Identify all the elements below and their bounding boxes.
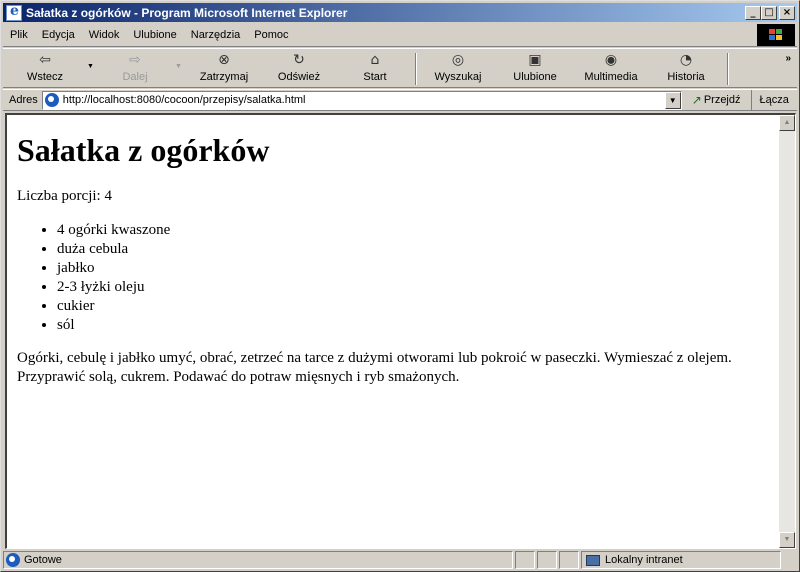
media-label: Multimedia (584, 71, 638, 83)
home-label: Start (363, 71, 387, 83)
search-label: Wyszukaj (434, 71, 482, 83)
go-label: Przejdź (703, 94, 741, 106)
instructions-text: Ogórki, cebulę i jabłko umyć, obrać, zet… (17, 350, 732, 385)
intranet-zone-icon (586, 554, 600, 566)
window-title: Sałatka z ogórków - Program Microsoft In… (26, 5, 348, 20)
history-label: Historia (667, 71, 705, 83)
back-arrow-icon: ⇦ (39, 52, 51, 68)
page-content: Sałatka z ogórków Liczba porcji: 4 4 ogó… (17, 131, 777, 387)
list-item: sól (57, 316, 777, 335)
status-text: Gotowe (24, 554, 62, 566)
go-button[interactable]: ↗ Przejdź (692, 93, 741, 107)
status-bar: Gotowe Lokalny intranet (3, 550, 797, 570)
security-zone: Lokalny intranet (581, 551, 781, 569)
address-input[interactable] (62, 92, 653, 108)
forward-dropdown-icon[interactable]: ▼ (175, 63, 182, 70)
toolbar-separator (727, 53, 729, 85)
close-button[interactable]: × (779, 5, 795, 20)
back-dropdown-icon[interactable]: ▼ (87, 63, 94, 70)
list-item: 4 ogórki kwaszone (57, 221, 777, 240)
links-button[interactable]: Łącza (750, 90, 789, 110)
page-globe-icon (6, 553, 20, 567)
menu-file[interactable]: Plik (3, 29, 35, 41)
go-arrow-icon: ↗ (691, 93, 702, 107)
stop-icon: ⊗ (218, 52, 230, 68)
refresh-button[interactable]: ↻ Odśwież (271, 51, 327, 87)
scroll-up-icon[interactable]: ▲ (779, 115, 795, 131)
forward-button[interactable]: ⇨ Dalej (107, 51, 163, 87)
history-button[interactable]: ◔ Historia (663, 51, 709, 87)
scroll-down-icon[interactable]: ▼ (779, 532, 795, 548)
toolbar-more-icon[interactable]: » (785, 53, 791, 64)
menu-favorites[interactable]: Ulubione (126, 29, 183, 41)
search-button[interactable]: ◎ Wyszukaj (429, 51, 487, 87)
vertical-scrollbar[interactable]: ▲ ▼ (779, 115, 795, 548)
status-pane (559, 551, 579, 569)
stop-label: Zatrzymaj (199, 71, 249, 83)
menu-edit[interactable]: Edycja (35, 29, 82, 41)
home-icon: ⌂ (370, 52, 380, 68)
servings-text: Liczba porcji: 4 (17, 188, 112, 204)
windows-flag-icon (769, 29, 783, 41)
media-icon: ◉ (604, 52, 618, 68)
page-heading: Sałatka z ogórków (17, 132, 270, 168)
favorites-icon: ▣ (528, 52, 542, 68)
list-item: cukier (57, 297, 777, 316)
list-item: 2-3 łyżki oleju (57, 278, 777, 297)
minimize-button[interactable]: _ (745, 5, 761, 20)
menu-bar: Plik Edycja Widok Ulubione Narzędzia Pom… (3, 24, 797, 47)
address-label: Adres (9, 94, 38, 106)
standard-toolbar: ⇦ Wstecz ▼ ⇨ Dalej ▼ ⊗ Zatrzymaj ↻ Odświ… (3, 48, 797, 88)
list-item: jabłko (57, 259, 777, 278)
toolbar-separator (415, 53, 417, 85)
address-field[interactable]: ▼ (41, 90, 682, 110)
title-bar[interactable]: Sałatka z ogórków - Program Microsoft In… (3, 3, 797, 22)
menu-tools[interactable]: Narzędzia (184, 29, 248, 41)
forward-arrow-icon: ⇨ (129, 52, 141, 68)
refresh-icon: ↻ (293, 52, 305, 68)
favorites-label: Ulubione (513, 71, 557, 83)
windows-logo (757, 24, 795, 46)
history-icon: ◔ (679, 52, 693, 68)
home-button[interactable]: ⌂ Start (351, 51, 399, 87)
window-controls: _ □ × (745, 5, 795, 20)
page-viewport: Sałatka z ogórków Liczba porcji: 4 4 ogó… (5, 113, 796, 549)
address-dropdown-icon[interactable]: ▼ (664, 91, 681, 109)
maximize-button[interactable]: □ (761, 5, 777, 20)
page-globe-icon (44, 93, 59, 107)
internet-explorer-icon (6, 3, 22, 21)
browser-window: Sałatka z ogórków - Program Microsoft In… (0, 0, 800, 572)
list-item: duża cebula (57, 240, 777, 259)
ingredient-list: 4 ogórki kwaszone duża cebula jabłko 2-3… (57, 221, 777, 335)
back-label: Wstecz (26, 71, 64, 83)
menu-view[interactable]: Widok (82, 29, 127, 41)
status-pane (515, 551, 535, 569)
status-pane (537, 551, 557, 569)
zone-label: Lokalny intranet (605, 554, 683, 566)
address-bar: Adres ▼ ↗ Przejdź Łącza (3, 89, 797, 111)
status-main: Gotowe (3, 551, 513, 569)
back-button[interactable]: ⇦ Wstecz (17, 51, 73, 87)
menu-help[interactable]: Pomoc (247, 29, 295, 41)
stop-button[interactable]: ⊗ Zatrzymaj (193, 51, 255, 87)
forward-label: Dalej (122, 71, 148, 83)
search-icon: ◎ (451, 52, 465, 68)
favorites-button[interactable]: ▣ Ulubione (507, 51, 563, 87)
media-button[interactable]: ◉ Multimedia (579, 51, 643, 87)
refresh-label: Odśwież (277, 71, 321, 83)
